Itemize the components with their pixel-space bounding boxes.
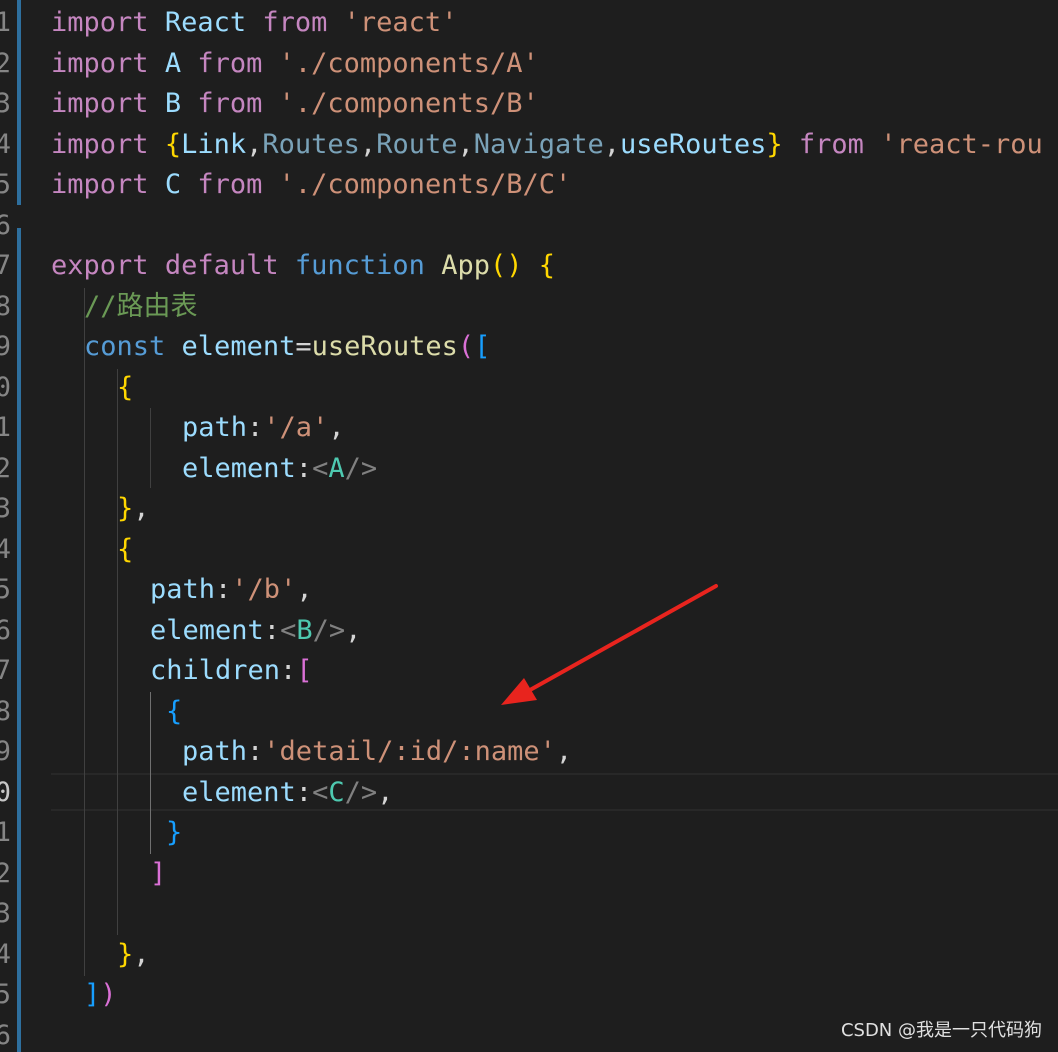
code-editor[interactable]: 1 2 3 4 5 6 7 8 9 0 1 2 3 4 5 6 7 8 9 0 … [0,0,1058,1052]
annotation-arrow [501,584,718,705]
watermark: CSDN @我是一只代码狗 [840,1020,1042,1041]
